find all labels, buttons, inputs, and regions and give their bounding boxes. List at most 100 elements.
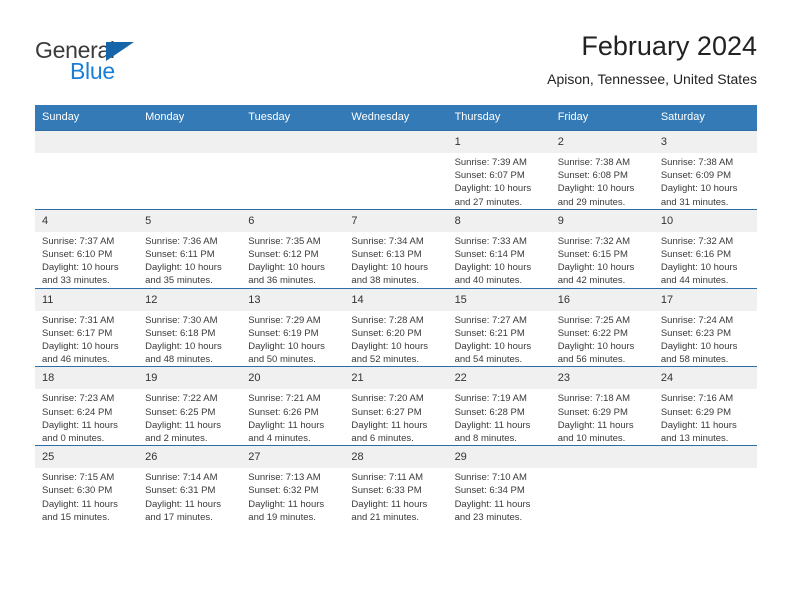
day-details: Sunrise: 7:21 AM Sunset: 6:26 PM Daylight:… xyxy=(241,389,344,445)
calendar-day-cell-empty xyxy=(138,130,242,210)
calendar-day-cell[interactable]: 24 Sunrise: 7:16 AM Sunset: 6:29 PM Dayligh… xyxy=(653,366,757,446)
daylight-text: Daylight: 10 hours and 58 minutes. xyxy=(660,341,738,366)
sunset-text: Sunset: 6:09 PM xyxy=(660,170,732,182)
column-header-tuesday: Tuesday xyxy=(241,105,345,131)
day-details: Sunrise: 7:10 AM Sunset: 6:34 PM Daylight:… xyxy=(448,468,551,524)
sunrise-text: Sunrise: 7:31 AM xyxy=(42,314,115,326)
day-number: 29 xyxy=(447,446,551,469)
day-number: 24 xyxy=(653,367,757,390)
day-details: Sunrise: 7:29 AM Sunset: 6:19 PM Daylight:… xyxy=(241,311,344,367)
day-details: Sunrise: 7:24 AM Sunset: 6:23 PM Daylight:… xyxy=(654,311,757,367)
sunrise-text: Sunrise: 7:11 AM xyxy=(351,472,424,484)
calendar-day-cell[interactable]: 23 Sunrise: 7:18 AM Sunset: 6:29 PM Dayligh… xyxy=(550,366,654,446)
calendar-day-cell[interactable]: 3 Sunrise: 7:38 AM Sunset: 6:09 PM Daylight… xyxy=(653,130,757,210)
sunrise-text: Sunrise: 7:27 AM xyxy=(454,314,527,326)
day-number: 5 xyxy=(138,209,242,232)
sunrise-text: Sunrise: 7:15 AM xyxy=(42,472,115,484)
calendar-day-cell-empty xyxy=(653,445,757,525)
daylight-text: Daylight: 10 hours and 33 minutes. xyxy=(42,262,119,287)
sunrise-text: Sunrise: 7:33 AM xyxy=(454,235,527,247)
calendar-day-cell[interactable]: 26 Sunrise: 7:14 AM Sunset: 6:31 PM Dayligh… xyxy=(138,445,242,525)
sunset-text: Sunset: 6:15 PM xyxy=(557,249,628,261)
daylight-text: Daylight: 10 hours and 42 minutes. xyxy=(557,262,635,287)
day-details: Sunrise: 7:33 AM Sunset: 6:14 PM Daylight:… xyxy=(448,232,551,288)
day-details: Sunrise: 7:38 AM Sunset: 6:09 PM Daylight:… xyxy=(654,153,757,209)
calendar-day-cell[interactable]: 29 Sunrise: 7:10 AM Sunset: 6:34 PM Dayligh… xyxy=(447,445,551,525)
day-number: 19 xyxy=(138,367,242,390)
calendar-week-row: 1 Sunrise: 7:39 AM Sunset: 6:07 PM Daylight… xyxy=(35,130,757,210)
calendar-day-cell[interactable]: 8 Sunrise: 7:33 AM Sunset: 6:14 PM Daylight… xyxy=(447,208,551,289)
day-number xyxy=(35,131,139,153)
calendar-day-cell[interactable]: 13 Sunrise: 7:29 AM Sunset: 6:19 PM Dayligh… xyxy=(241,287,345,367)
sunset-text: Sunset: 6:21 PM xyxy=(454,327,525,339)
calendar-day-cell[interactable]: 12 Sunrise: 7:30 AM Sunset: 6:18 PM Dayligh… xyxy=(138,287,242,367)
calendar-day-cell[interactable]: 22 Sunrise: 7:19 AM Sunset: 6:28 PM Dayligh… xyxy=(447,366,551,446)
sunset-text: Sunset: 6:12 PM xyxy=(248,249,319,261)
column-header-wednesday: Wednesday xyxy=(344,105,448,131)
day-number: 27 xyxy=(241,446,345,469)
calendar-day-cell[interactable]: 19 Sunrise: 7:22 AM Sunset: 6:25 PM Dayligh… xyxy=(138,366,242,446)
calendar-day-cell[interactable]: 27 Sunrise: 7:13 AM Sunset: 6:32 PM Dayligh… xyxy=(241,445,345,525)
sunrise-text: Sunrise: 7:10 AM xyxy=(454,472,527,484)
sunset-text: Sunset: 6:18 PM xyxy=(145,327,216,339)
calendar-day-cell[interactable]: 10 Sunrise: 7:32 AM Sunset: 6:16 PM Dayligh… xyxy=(653,208,757,289)
sunset-text: Sunset: 6:14 PM xyxy=(454,249,525,261)
calendar-day-cell[interactable]: 4 Sunrise: 7:37 AM Sunset: 6:10 PM Daylight… xyxy=(35,208,139,289)
day-number: 26 xyxy=(138,446,242,469)
sunset-text: Sunset: 6:08 PM xyxy=(557,170,628,182)
column-header-monday: Monday xyxy=(138,105,242,131)
day-details: Sunrise: 7:38 AM Sunset: 6:08 PM Daylight:… xyxy=(551,153,654,209)
sunset-text: Sunset: 6:27 PM xyxy=(351,406,422,418)
daylight-text: Daylight: 10 hours and 48 minutes. xyxy=(145,341,222,366)
sunrise-text: Sunrise: 7:38 AM xyxy=(660,157,734,168)
day-details: Sunrise: 7:14 AM Sunset: 6:31 PM Daylight:… xyxy=(138,468,241,524)
sunset-text: Sunset: 6:29 PM xyxy=(660,406,732,418)
sunset-text: Sunset: 6:28 PM xyxy=(454,406,525,418)
day-details: Sunrise: 7:37 AM Sunset: 6:10 PM Daylight:… xyxy=(35,232,138,288)
sunset-text: Sunset: 6:07 PM xyxy=(454,170,525,182)
sunrise-text: Sunrise: 7:25 AM xyxy=(557,314,631,326)
calendar-week-row: 18 Sunrise: 7:23 AM Sunset: 6:24 PM Dayligh… xyxy=(35,366,757,446)
day-details: Sunrise: 7:25 AM Sunset: 6:22 PM Daylight:… xyxy=(551,311,654,367)
calendar-day-cell[interactable]: 20 Sunrise: 7:21 AM Sunset: 6:26 PM Dayligh… xyxy=(241,366,345,446)
calendar-day-cell[interactable]: 25 Sunrise: 7:15 AM Sunset: 6:30 PM Dayligh… xyxy=(35,445,139,525)
day-number: 14 xyxy=(344,288,448,311)
calendar-week-row: 25 Sunrise: 7:15 AM Sunset: 6:30 PM Dayligh… xyxy=(35,445,757,525)
calendar-day-cell[interactable]: 14 Sunrise: 7:28 AM Sunset: 6:20 PM Dayligh… xyxy=(344,287,448,367)
sunrise-text: Sunrise: 7:38 AM xyxy=(557,157,631,168)
daylight-text: Daylight: 11 hours and 21 minutes. xyxy=(351,498,428,523)
calendar-day-cell[interactable]: 6 Sunrise: 7:35 AM Sunset: 6:12 PM Daylight… xyxy=(241,208,345,289)
day-number xyxy=(241,131,345,153)
calendar-day-cell-empty xyxy=(35,130,139,210)
calendar-day-cell[interactable]: 11 Sunrise: 7:31 AM Sunset: 6:17 PM Dayligh… xyxy=(35,287,139,367)
day-details: Sunrise: 7:27 AM Sunset: 6:21 PM Daylight:… xyxy=(448,311,551,367)
sunset-text: Sunset: 6:20 PM xyxy=(351,327,422,339)
daylight-text: Daylight: 10 hours and 52 minutes. xyxy=(351,341,428,366)
day-number xyxy=(344,131,448,153)
calendar-day-cell[interactable]: 2 Sunrise: 7:38 AM Sunset: 6:08 PM Daylight… xyxy=(550,130,654,210)
sunset-text: Sunset: 6:26 PM xyxy=(248,406,319,418)
day-number: 16 xyxy=(550,288,654,311)
calendar-day-cell[interactable]: 5 Sunrise: 7:36 AM Sunset: 6:11 PM Daylight… xyxy=(138,208,242,289)
calendar-day-cell[interactable]: 7 Sunrise: 7:34 AM Sunset: 6:13 PM Daylight… xyxy=(344,208,448,289)
calendar-day-cell[interactable]: 28 Sunrise: 7:11 AM Sunset: 6:33 PM Dayligh… xyxy=(344,445,448,525)
day-number: 21 xyxy=(344,367,448,390)
daylight-text: Daylight: 10 hours and 54 minutes. xyxy=(454,341,532,366)
day-number: 13 xyxy=(241,288,345,311)
calendar-day-cell[interactable]: 21 Sunrise: 7:20 AM Sunset: 6:27 PM Dayligh… xyxy=(344,366,448,446)
sunrise-text: Sunrise: 7:30 AM xyxy=(145,314,218,326)
day-number: 20 xyxy=(241,367,345,390)
calendar-day-cell[interactable]: 15 Sunrise: 7:27 AM Sunset: 6:21 PM Dayligh… xyxy=(447,287,551,367)
column-header-saturday: Saturday xyxy=(653,105,757,131)
sunset-text: Sunset: 6:11 PM xyxy=(145,249,215,261)
calendar-day-cell[interactable]: 16 Sunrise: 7:25 AM Sunset: 6:22 PM Dayligh… xyxy=(550,287,654,367)
calendar-day-cell[interactable]: 18 Sunrise: 7:23 AM Sunset: 6:24 PM Dayligh… xyxy=(35,366,139,446)
daylight-text: Daylight: 11 hours and 15 minutes. xyxy=(42,498,118,523)
sunrise-text: Sunrise: 7:29 AM xyxy=(248,314,321,326)
general-blue-logo[interactable]: General Blue xyxy=(35,38,245,94)
sunrise-text: Sunrise: 7:16 AM xyxy=(660,393,734,405)
calendar-day-cell[interactable]: 9 Sunrise: 7:32 AM Sunset: 6:15 PM Daylight… xyxy=(550,208,654,289)
calendar-day-cell[interactable]: 17 Sunrise: 7:24 AM Sunset: 6:23 PM Dayligh… xyxy=(653,287,757,367)
day-number: 12 xyxy=(138,288,242,311)
calendar-day-cell[interactable]: 1 Sunrise: 7:39 AM Sunset: 6:07 PM Daylight… xyxy=(447,130,551,210)
